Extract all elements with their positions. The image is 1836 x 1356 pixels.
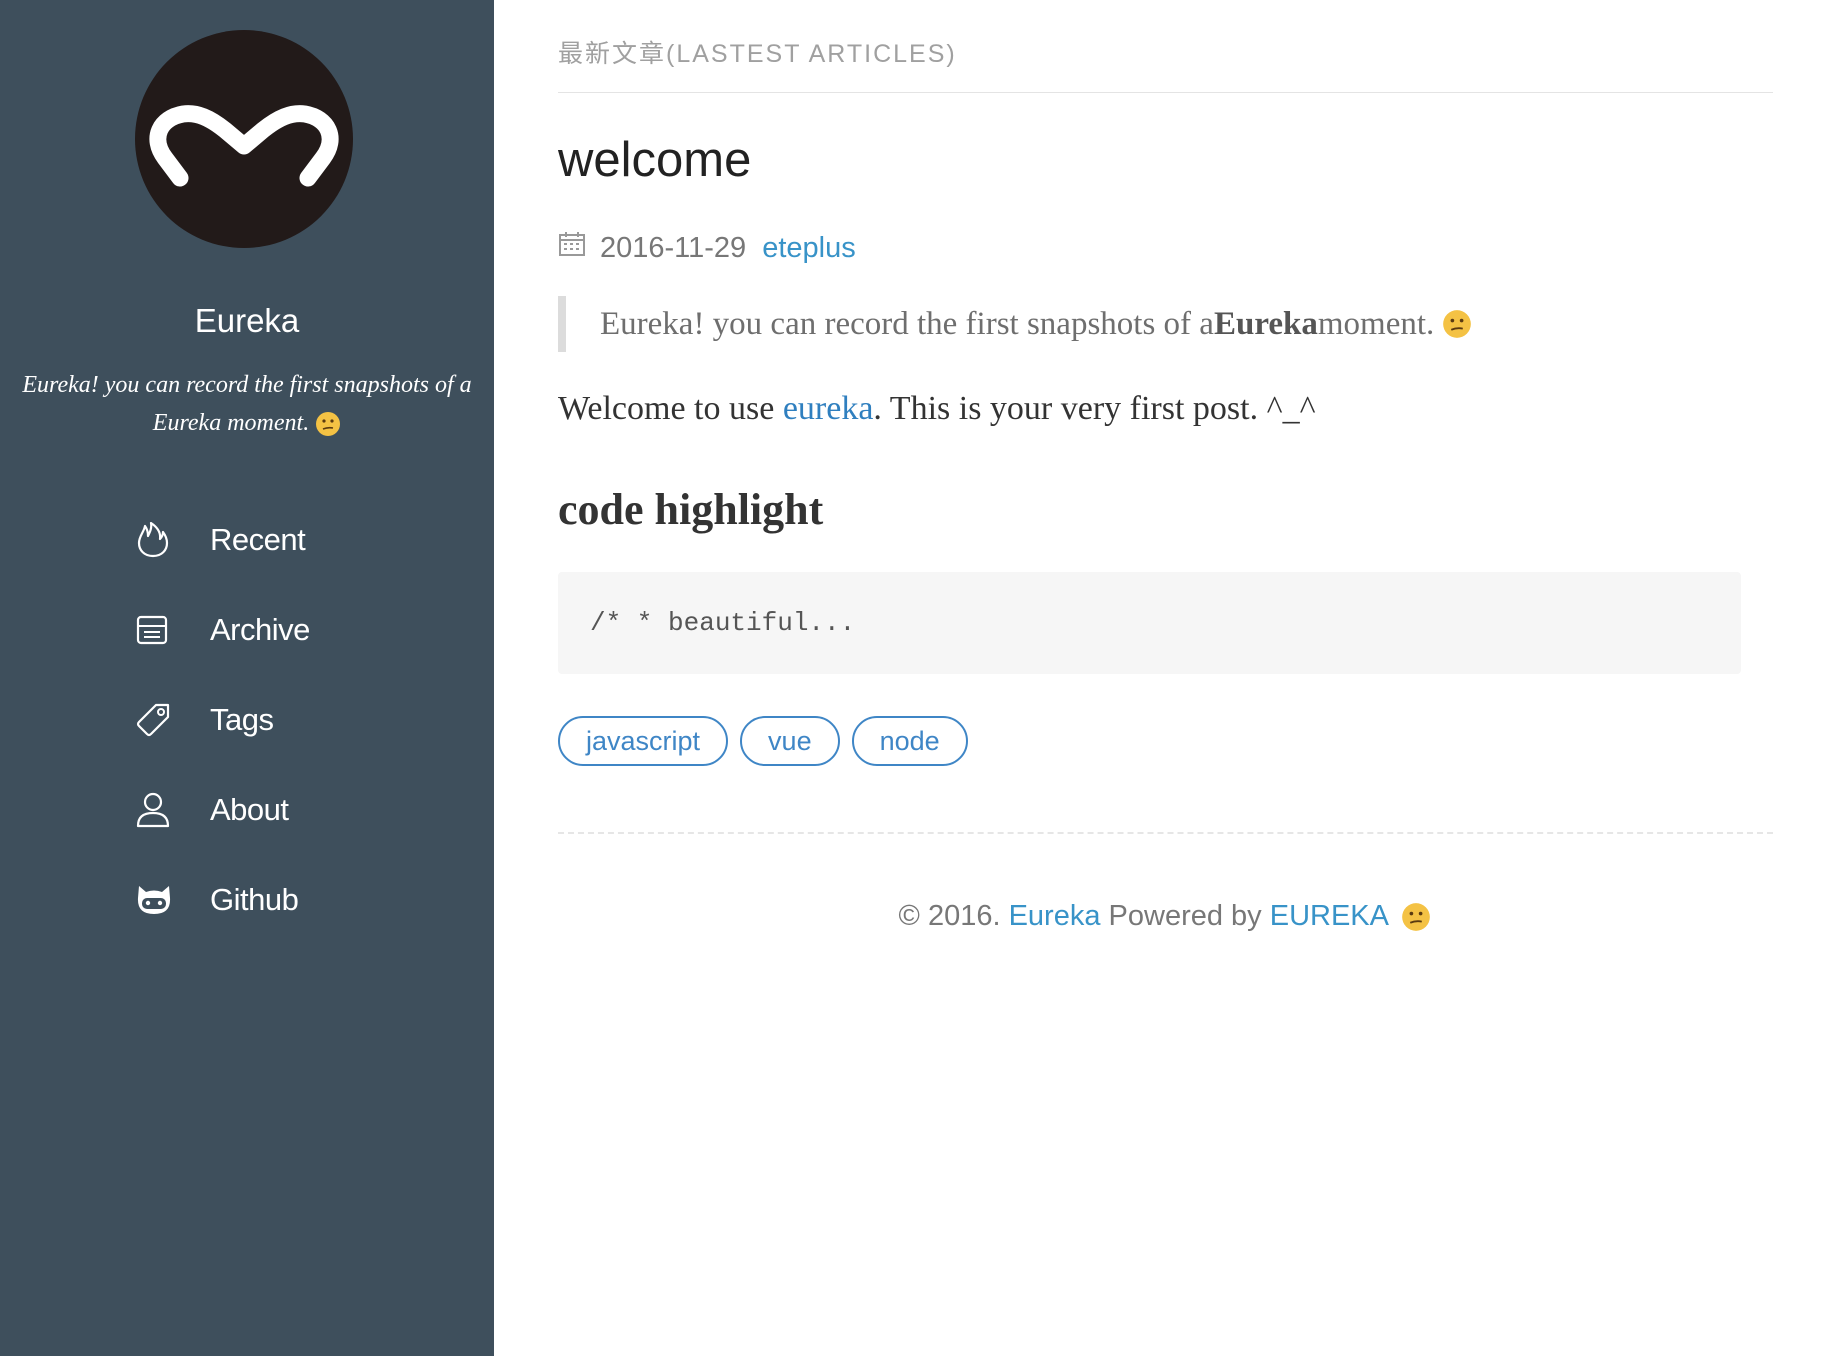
footer: © 2016. Eureka Powered by EUREKA — [494, 900, 1836, 933]
sidebar-item-tags[interactable]: Tags — [136, 690, 436, 750]
footer-site-link[interactable]: Eureka — [1009, 900, 1101, 932]
thinking-face-icon — [1402, 903, 1431, 932]
section-title: 最新文章(LASTEST ARTICLES) — [558, 40, 957, 68]
thinking-face-icon — [1443, 310, 1472, 338]
sidebar-item-label: Archive — [210, 612, 310, 647]
tag-node[interactable]: node — [851, 716, 968, 766]
tag-icon — [136, 697, 182, 743]
post-date: 2016-11-29 — [600, 231, 747, 264]
thinking-face-icon — [316, 412, 341, 437]
github-icon — [136, 877, 182, 923]
sidebar-item-archive[interactable]: Archive — [136, 600, 436, 660]
sidebar-item-about[interactable]: About — [136, 780, 436, 840]
footer-theme-link[interactable]: EUREKA — [1270, 900, 1388, 932]
sidebar: Eureka Eureka! you can record the first … — [0, 0, 494, 1356]
paragraph-text-suffix: . This is your very first post. ^_^ — [873, 390, 1316, 427]
footer-copyright: © 2016. — [898, 900, 1009, 932]
calendar-icon — [558, 231, 586, 265]
user-icon — [136, 787, 182, 833]
blog-description-text: Eureka! you can record the first snapsho… — [22, 372, 472, 436]
code-text: /* * beautiful... — [590, 608, 856, 638]
archive-icon — [136, 607, 182, 653]
tag-javascript[interactable]: javascript — [558, 716, 729, 766]
blog-description: Eureka! you can record the first snapsho… — [20, 366, 474, 442]
avatar[interactable] — [135, 30, 353, 248]
quote-text-suffix: moment. — [1317, 305, 1435, 342]
post-paragraph: Welcome to use eureka. This is your very… — [558, 390, 1316, 428]
post-meta: 2016-11-29 eteplus — [558, 228, 856, 268]
quote-text-bold: Eureka — [1213, 305, 1318, 342]
section-divider — [558, 92, 1773, 93]
post-author-link[interactable]: eteplus — [762, 232, 856, 265]
code-block: /* * beautiful... — [558, 572, 1741, 674]
post-subheading: code highlight — [558, 485, 824, 534]
fire-icon — [136, 517, 182, 563]
footer-powered-text: Powered by — [1100, 900, 1270, 932]
footer-divider — [558, 832, 1773, 834]
tag-vue[interactable]: vue — [740, 716, 840, 766]
blog-name: Eureka — [194, 302, 300, 339]
paragraph-text-prefix: Welcome to use — [558, 390, 783, 427]
sidebar-item-github[interactable]: Github — [136, 870, 436, 930]
post-title[interactable]: welcome — [558, 132, 751, 188]
sidebar-item-label: Recent — [210, 522, 306, 557]
sidebar-item-label: About — [210, 792, 289, 827]
sidebar-item-label: Github — [210, 882, 299, 917]
main-content: 最新文章(LASTEST ARTICLES) welcome 2016-11-2… — [494, 0, 1836, 1356]
sidebar-item-label: Tags — [210, 702, 274, 737]
sidebar-item-recent[interactable]: Recent — [136, 510, 436, 570]
logo-icon — [149, 105, 339, 187]
post-excerpt-quote: Eureka! you can record the first snapsho… — [558, 296, 1472, 352]
post-tags: javascript vue node — [558, 716, 980, 766]
eureka-link[interactable]: eureka — [783, 390, 874, 427]
quote-text-prefix: Eureka! you can record the first snapsho… — [600, 305, 1214, 342]
